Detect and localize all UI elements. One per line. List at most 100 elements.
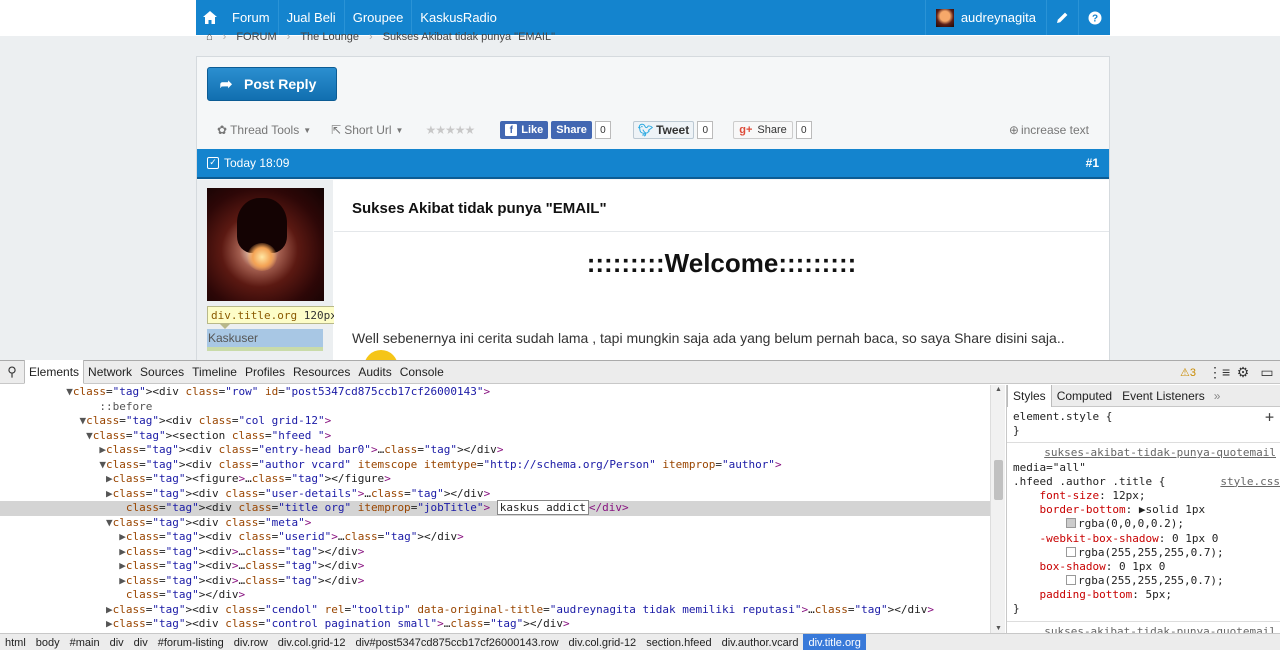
short-url-menu[interactable]: ⇱ Short Url ▼ [331,123,403,137]
elements-breadcrumb-item[interactable]: div.author.vcard [717,634,804,650]
dom-text-editor[interactable]: kaskus addict [496,500,589,515]
style-property[interactable]: font-size: 12px; [1007,489,1280,503]
tab-console[interactable]: Console [396,361,448,384]
expand-triangle-icon[interactable]: ▶ [106,472,113,485]
dom-node[interactable]: ▶class="tag"><div>…class="tag"></div> [0,559,1005,574]
dom-node[interactable]: ▶class="tag"><div class="userid">…class=… [0,530,1005,545]
style-property[interactable]: -webkit-box-shadow: 0 1px 0 [1007,532,1280,546]
scroll-up-arrow-icon[interactable]: ▲ [995,386,1002,393]
elements-breadcrumb-item[interactable]: div.col.grid-12 [564,634,642,650]
post-number[interactable]: #1 [1086,156,1099,170]
dom-node[interactable]: ::before [0,400,1005,415]
post-time: Today 18:09 [224,156,290,170]
color-swatch[interactable] [1065,518,1076,529]
expand-triangle-icon[interactable]: ▶ [119,545,126,558]
style-file-link[interactable]: style.css [1220,475,1280,488]
scrollbar-thumb[interactable] [994,460,1003,500]
elements-breadcrumb-item[interactable]: div [129,634,153,650]
elements-breadcrumb-item[interactable]: div.title.org [803,634,866,650]
dom-node[interactable]: ▶class="tag"><div class="entry-head bar0… [0,443,1005,458]
elements-breadcrumb-item[interactable]: body [31,634,65,650]
expand-triangle-icon[interactable]: ▶ [119,530,126,543]
expand-triangle-icon[interactable]: ▼ [99,458,106,471]
dom-node[interactable]: ▶class="tag"><div class="cendol" rel="to… [0,603,1005,618]
console-drawer-icon[interactable]: ⋮≡ [1208,364,1230,381]
scroll-down-arrow-icon[interactable]: ▼ [995,625,1002,632]
tab-event-listeners[interactable]: Event Listeners [1117,385,1210,407]
element-style-rule[interactable]: element.style {+ [1007,408,1280,426]
expand-triangle-icon[interactable]: ▶ [119,559,126,572]
style-property[interactable]: rgba(0,0,0,0.2); [1007,517,1280,531]
expand-triangle-icon[interactable]: ▶ [119,574,126,587]
expand-triangle-icon[interactable]: ▼ [86,429,93,442]
dom-tree-scrollbar[interactable]: ▲ ▼ [990,385,1005,633]
tab-timeline[interactable]: Timeline [188,361,241,384]
expand-triangle-icon[interactable]: ▼ [106,516,113,529]
expand-triangle-icon[interactable]: ▶ [106,487,113,500]
dom-node[interactable]: ▶class="tag"><div>…class="tag"></div> [0,574,1005,589]
expand-triangle-icon[interactable]: ▼ [66,385,73,398]
author-avatar[interactable] [207,188,324,301]
thread-tools-menu[interactable]: ✿ Thread Tools ▼ [217,123,311,137]
tab-styles[interactable]: Styles [1007,385,1052,407]
expand-triangle-icon[interactable]: ▶ [99,443,106,456]
expand-triangle-icon[interactable]: ▶ [106,617,113,630]
style-property[interactable]: box-shadow: 0 1px 0 [1007,560,1280,574]
source-link[interactable]: sukses-akibat-tidak-punya-quotemail [1007,625,1280,633]
increase-text-button[interactable]: ⊕ increase text [1009,123,1089,137]
gplus-share-button[interactable]: g+ Share [733,121,793,139]
elements-breadcrumb-item[interactable]: html [0,634,31,650]
more-tabs-icon[interactable]: » [1210,389,1225,403]
tab-sources[interactable]: Sources [136,361,188,384]
color-swatch[interactable] [1065,575,1076,586]
gear-icon[interactable]: ⚙ [1232,364,1254,381]
breadcrumb-home-icon[interactable]: ⌂ [196,31,223,43]
dom-node[interactable]: ▶class="tag"><div class="user-details">…… [0,487,1005,502]
dock-icon[interactable]: ▭ [1256,364,1278,381]
facebook-like-button[interactable]: f Like [500,121,549,139]
elements-breadcrumb-item[interactable]: div#post5347cd875ccb17cf26000143.row [350,634,563,650]
color-swatch[interactable] [1065,546,1076,557]
twitter-icon: 🐦︎ [637,123,654,137]
elements-breadcrumb-item[interactable]: section.hfeed [641,634,716,650]
tab-computed[interactable]: Computed [1052,385,1117,407]
dom-node[interactable]: ▶class="tag"><div class="control paginat… [0,617,1005,632]
dom-node[interactable]: ▼class="tag"><section class="hfeed "> [0,429,1005,444]
facebook-share-button[interactable]: Share [551,121,592,139]
rating-stars[interactable]: ★★★★★ [425,123,475,137]
tab-profiles[interactable]: Profiles [241,361,289,384]
checkbox-icon[interactable]: ✓ [207,157,219,169]
dom-node[interactable]: ▶class="tag"><div>…class="tag"></div> [0,545,1005,560]
elements-breadcrumb-item[interactable]: div.col.grid-12 [273,634,351,650]
tab-elements[interactable]: Elements [24,360,85,384]
elements-breadcrumb-item[interactable]: div [105,634,129,650]
elements-breadcrumb-item[interactable]: #forum-listing [153,634,229,650]
dom-node[interactable]: ▼class="tag"><div class="author vcard" i… [0,458,1005,473]
dom-node[interactable]: ▼class="tag"><div class="col grid-12"> [0,414,1005,429]
warning-counter[interactable]: ⚠3 [1180,366,1196,379]
style-property[interactable]: rgba(255,255,255,0.7); [1007,546,1280,560]
elements-breadcrumb-item[interactable]: #main [65,634,105,650]
breadcrumb-forum[interactable]: FORUM [226,31,286,43]
dom-node[interactable]: ▶class="tag"><figure>…class="tag"></figu… [0,472,1005,487]
breadcrumb-the-lounge[interactable]: The Lounge [290,31,369,43]
expand-triangle-icon[interactable]: ▶ [106,603,113,616]
dom-node[interactable]: ▼class="tag"><div class="meta"> [0,516,1005,531]
dom-node-selected[interactable]: class="tag"><div class="title org" itemp… [0,500,1005,516]
dom-tree[interactable]: ▼class="tag"><div class="row" id="post53… [0,385,1005,633]
elements-breadcrumb-item[interactable]: div.row [229,634,273,650]
tweet-button[interactable]: 🐦︎ Tweet [632,121,695,139]
style-property[interactable]: rgba(255,255,255,0.7); [1007,574,1280,588]
dom-node[interactable]: class="tag"></div> [0,588,1005,603]
tab-resources[interactable]: Resources [289,361,354,384]
rule-selector-line[interactable]: .hfeed .author .title {style.css [1007,475,1280,489]
post-reply-button[interactable]: ➦ Post Reply [207,67,337,101]
inspect-search-icon[interactable]: ⚲ [0,364,24,380]
tab-network[interactable]: Network [84,361,136,384]
style-property[interactable]: border-bottom: ▶solid 1px [1007,503,1280,517]
dom-node[interactable]: ▼class="tag"><div class="row" id="post53… [0,385,1005,400]
tweet-count: 0 [697,121,714,139]
style-property[interactable]: padding-bottom: 5px; [1007,588,1280,602]
tab-audits[interactable]: Audits [354,361,395,384]
source-link[interactable]: sukses-akibat-tidak-punya-quotemail [1007,446,1280,460]
